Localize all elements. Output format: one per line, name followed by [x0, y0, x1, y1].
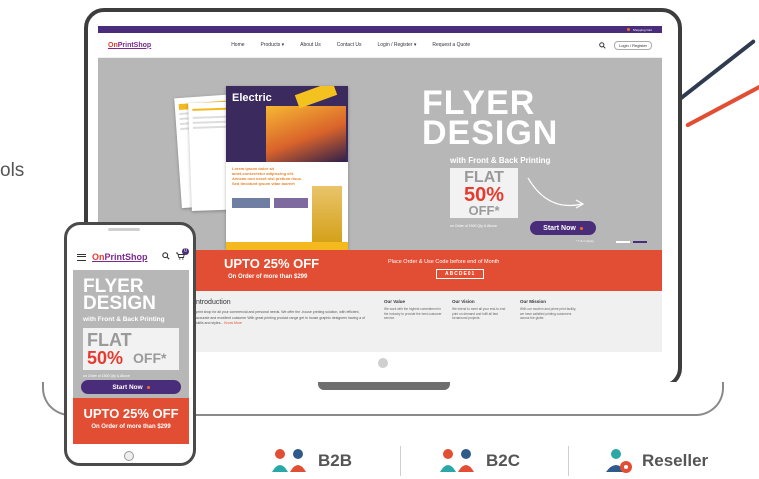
promo-headline: UPTO 25% OFF: [224, 256, 320, 271]
deco-line-orange: [685, 83, 759, 128]
side-caption: ols: [0, 160, 25, 181]
cart-badge: 0: [182, 248, 189, 255]
login-register-button[interactable]: Login / Register: [613, 40, 652, 50]
nav-right: Login / Register: [599, 40, 652, 50]
segment-divider: [568, 446, 569, 476]
segment-label: B2C: [486, 451, 521, 470]
hero-title-line2: DESIGN: [422, 114, 559, 152]
mobile-hero: FLYER DESIGN with Front & Back Printing …: [73, 270, 189, 398]
curved-arrow-icon: [527, 177, 585, 209]
hamburger-menu-icon[interactable]: [77, 253, 86, 261]
site-navbar: OnPrintShop Home Products ▾ About Us Con…: [98, 33, 662, 58]
vision-column: Our Vision We intend to meet all your en…: [452, 299, 510, 321]
reseller-icon: [606, 449, 632, 473]
slide-dot[interactable]: [616, 241, 630, 243]
flat-offer-box: FLAT 50% OFF*: [450, 168, 518, 218]
mobile-flat-percent: 50%: [87, 348, 124, 368]
nav-home[interactable]: Home: [231, 42, 244, 48]
cta-dot-icon: [146, 385, 150, 389]
phone-screen: OnPrintShop 0 FLYER DESIGN with Front & …: [73, 244, 189, 444]
mobile-hero-subtitle: with Front & Back Printing: [83, 316, 165, 323]
mission-title: Our Mission: [520, 299, 547, 304]
mobile-nav-icons: 0: [162, 248, 189, 262]
phone-speaker: [108, 228, 140, 231]
hero-title: FLYER DESIGN: [422, 86, 559, 152]
segment-b2c[interactable]: B2C: [440, 448, 520, 474]
intro-text: print shop for all your commercial and p…: [196, 310, 372, 327]
nav-contact[interactable]: Contact Us: [337, 42, 362, 48]
mobile-promo-band: UPTO 25% OFF On Order of more than $299: [73, 398, 189, 444]
flat-percent: 50%: [463, 184, 505, 206]
nav-menu: Home Products ▾ About Us Contact Us Logi…: [231, 42, 470, 48]
mobile-start-now-label: Start Now: [112, 383, 143, 391]
segment-b2b[interactable]: B2B: [272, 448, 352, 474]
cart-button[interactable]: 0: [176, 248, 189, 262]
shopping-cart-link[interactable]: Shopping Cart: [633, 28, 652, 32]
logo-rest: PrintShop: [117, 41, 152, 49]
order-note: on Order of 1500 Qty & Above: [450, 224, 497, 228]
mobile-order-note: on Order of 1500 Qty & Above: [83, 374, 130, 378]
people-icon: [440, 449, 474, 472]
vision-title: Our Vision: [452, 299, 475, 304]
mobile-flat-box: FLAT 50% OFF*: [83, 328, 179, 370]
slider-indicator[interactable]: [616, 241, 647, 243]
intro-body: print shop for all your commercial and p…: [196, 310, 366, 325]
cta-dot-icon: [579, 226, 583, 230]
people-icon: [272, 449, 306, 472]
mobile-logo-rest: PrintShop: [104, 252, 148, 262]
site-logo[interactable]: OnPrintShop: [108, 42, 151, 49]
mobile-navbar: OnPrintShop 0: [73, 244, 189, 270]
segment-divider: [400, 446, 401, 476]
flyer-text: Lorem ipsum dolor sit amet,consectetur a…: [232, 166, 303, 186]
laptop-notch: [318, 382, 450, 390]
marketing-stage: ols Shopping Cart OnPrintShop Home Produ…: [0, 0, 759, 479]
mobile-promo-subline: On Order of more than $299: [91, 424, 171, 430]
flyer-front-page: Electric Lorem ipsum dolor sit amet,cons…: [226, 86, 348, 250]
segment-label: Reseller: [642, 451, 709, 470]
mobile-flat-off: OFF*: [133, 350, 167, 366]
mobile-logo[interactable]: OnPrintShop: [92, 252, 148, 262]
hero-banner: Electric Lorem ipsum dolor sit amet,cons…: [98, 58, 662, 250]
promo-instruction: Place Order & Use Code before end of Mon…: [388, 259, 500, 265]
site-topbar: Shopping Cart: [98, 26, 662, 33]
flat-off: OFF*: [468, 203, 500, 218]
mobile-logo-prefix: On: [92, 252, 105, 262]
intro-title: ntroduction: [196, 299, 231, 306]
nav-request-quote[interactable]: Request a Quote: [432, 42, 470, 48]
laptop-webcam: [378, 358, 388, 368]
know-more-link[interactable]: Know More: [224, 321, 242, 325]
promo-code: ABCDE01: [436, 269, 485, 279]
nav-login-register[interactable]: Login / Register ▾: [377, 42, 416, 48]
tc-note: * T & C Apply: [576, 239, 594, 243]
segment-label: B2B: [318, 451, 353, 470]
hero-subtitle: with Front & Back Printing: [450, 156, 551, 165]
cart-dot-icon: [626, 28, 630, 31]
mobile-title-line2: DESIGN: [83, 293, 156, 314]
search-icon[interactable]: [599, 41, 606, 49]
nav-products[interactable]: Products ▾: [261, 42, 285, 48]
vision-text: We intend to meet all your end-to-end pr…: [452, 307, 506, 320]
search-icon[interactable]: [162, 252, 170, 260]
slide-dot-active[interactable]: [633, 241, 647, 243]
phone-home-button: [124, 451, 134, 461]
promo-subline: On Order of more than $299: [228, 274, 308, 280]
start-now-button[interactable]: Start Now: [530, 221, 596, 235]
value-title: Our Value: [384, 299, 406, 304]
logo-prefix: On: [108, 41, 118, 49]
mission-column: Our Mission With our modern and prime pr…: [520, 299, 578, 321]
flyer-headline: Electric: [232, 92, 272, 104]
nav-about[interactable]: About Us: [300, 42, 321, 48]
mobile-start-now-button[interactable]: Start Now: [81, 380, 181, 394]
start-now-label: Start Now: [543, 224, 576, 232]
value-text: We work with the highest commitment in t…: [384, 307, 442, 320]
segment-reseller[interactable]: Reseller: [604, 448, 708, 474]
mobile-promo-headline: UPTO 25% OFF: [83, 406, 179, 421]
value-column: Our Value We work with the highest commi…: [384, 299, 442, 321]
mission-text: With our modern and prime print facility…: [520, 307, 577, 320]
mobile-hero-title: FLYER DESIGN: [83, 277, 156, 314]
